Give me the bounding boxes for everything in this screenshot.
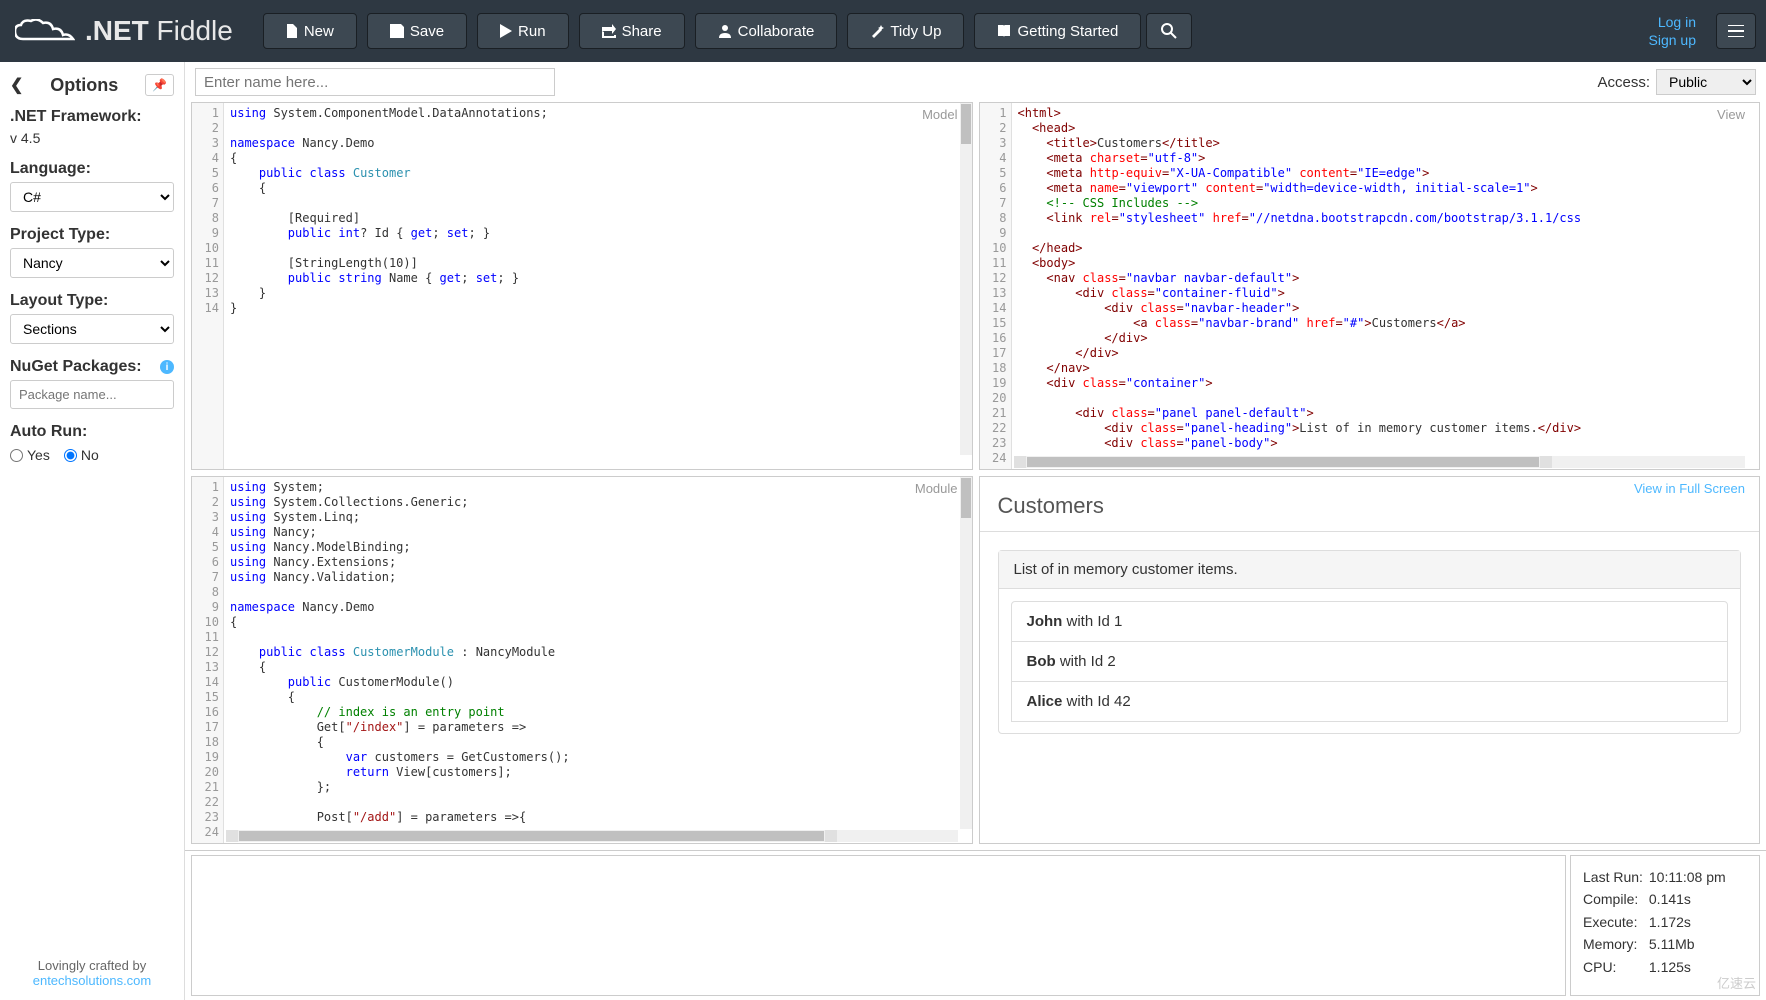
panel-heading: List of in memory customer items. — [999, 551, 1741, 589]
navbar: .NET Fiddle New Save Run Share Collabora… — [0, 0, 1766, 62]
new-button[interactable]: New — [263, 13, 357, 49]
stat-lastrun: 10:11:08 pm — [1649, 869, 1726, 885]
layout-type-select[interactable]: Sections — [10, 314, 174, 344]
pin-button[interactable]: 📌 — [145, 74, 174, 96]
footer-link[interactable]: entechsolutions.com — [33, 973, 152, 988]
sidebar-header: ❮ Options 📌 — [10, 70, 174, 108]
search-button[interactable] — [1146, 13, 1192, 49]
save-icon — [390, 24, 404, 38]
login-link[interactable]: Log in — [1658, 13, 1696, 31]
wand-icon — [870, 24, 884, 38]
project-type-select[interactable]: Nancy — [10, 248, 174, 278]
stat-memory: 5.11Mb — [1649, 936, 1695, 952]
list-item: Bob with Id 2 — [1011, 641, 1729, 682]
nav-buttons: New Save Run Share Collaborate Tidy Up G… — [258, 13, 1193, 49]
brand-name: .NET Fiddle — [85, 15, 233, 47]
module-tag: Module — [915, 481, 958, 496]
view-tag: View — [1717, 107, 1745, 122]
framework-value: v 4.5 — [10, 130, 174, 146]
auth-links: Log in Sign up — [1649, 13, 1696, 49]
list-item: Alice with Id 42 — [1011, 681, 1729, 722]
access-label: Access: — [1597, 74, 1650, 91]
tidyup-button[interactable]: Tidy Up — [847, 13, 964, 49]
output-pane — [191, 855, 1566, 996]
fiddle-name-input[interactable] — [195, 68, 555, 96]
model-pane: Model 1234567891011121314 using System.C… — [191, 102, 973, 470]
stat-cpu: 1.125s — [1649, 959, 1691, 975]
autorun-label: Auto Run: — [10, 423, 174, 441]
scrollbar-v[interactable] — [960, 103, 972, 455]
module-pane: Module 123456789101112131415161718192021… — [191, 476, 973, 844]
scrollbar-h[interactable] — [1014, 456, 1746, 468]
user-icon — [718, 24, 732, 38]
scrollbar-h[interactable] — [226, 830, 958, 842]
play-icon — [500, 24, 512, 38]
framework-label: .NET Framework: — [10, 108, 174, 126]
sidebar-title: Options — [23, 75, 145, 96]
save-button[interactable]: Save — [367, 13, 467, 49]
view-pane: View 12345678910111213141516171819202122… — [979, 102, 1761, 470]
language-label: Language: — [10, 160, 174, 178]
preview-title: Customers — [998, 493, 1104, 519]
nuget-input[interactable] — [10, 380, 174, 409]
project-type-label: Project Type: — [10, 226, 174, 244]
logo[interactable]: .NET Fiddle — [10, 15, 248, 47]
preview-panel: List of in memory customer items. John w… — [998, 550, 1742, 734]
view-gutter: 123456789101112131415161718192021222324 — [980, 103, 1012, 469]
getting-started-button[interactable]: Getting Started — [974, 13, 1141, 49]
hamburger-icon — [1728, 25, 1744, 37]
module-gutter: 123456789101112131415161718192021222324 — [192, 477, 224, 843]
topbar: Access: Public — [185, 62, 1766, 102]
nuget-label: NuGet Packages:i — [10, 358, 174, 376]
stat-compile: 0.141s — [1649, 891, 1691, 907]
info-icon[interactable]: i — [160, 360, 174, 374]
autorun-yes-radio[interactable]: Yes — [10, 447, 50, 463]
book-icon — [997, 24, 1011, 38]
signup-link[interactable]: Sign up — [1649, 31, 1696, 49]
file-icon — [286, 24, 298, 38]
collaborate-button[interactable]: Collaborate — [695, 13, 838, 49]
preview: Customers List of in memory customer ite… — [980, 477, 1760, 843]
search-icon — [1161, 23, 1177, 39]
run-button[interactable]: Run — [477, 13, 569, 49]
share-icon — [602, 24, 616, 38]
module-editor[interactable]: using System;using System.Collections.Ge… — [224, 477, 972, 843]
model-gutter: 1234567891011121314 — [192, 103, 224, 469]
fullscreen-link[interactable]: View in Full Screen — [1634, 481, 1745, 496]
cloud-icon — [15, 19, 75, 43]
access-select[interactable]: Public — [1656, 69, 1756, 95]
autorun-no-radio[interactable]: No — [64, 447, 99, 463]
sidebar-footer: Lovingly crafted by entechsolutions.com — [10, 948, 174, 992]
language-select[interactable]: C# — [10, 182, 174, 212]
sidebar: ❮ Options 📌 .NET Framework: v 4.5 Langua… — [0, 62, 185, 1000]
menu-button[interactable] — [1716, 13, 1756, 49]
layout-type-label: Layout Type: — [10, 292, 174, 310]
nav-right: Log in Sign up — [1649, 13, 1756, 49]
stat-execute: 1.172s — [1649, 914, 1691, 930]
view-editor[interactable]: <html> <head> <title>Customers</title> <… — [1012, 103, 1760, 469]
share-button[interactable]: Share — [579, 13, 685, 49]
scrollbar-v[interactable] — [960, 477, 972, 829]
preview-pane: View in Full Screen Customers List of in… — [979, 476, 1761, 844]
model-tag: Model — [922, 107, 957, 122]
list-item: John with Id 1 — [1011, 601, 1729, 642]
watermark: 亿速云 — [1717, 973, 1756, 992]
model-editor[interactable]: using System.ComponentModel.DataAnnotati… — [224, 103, 972, 469]
collapse-sidebar-button[interactable]: ❮ — [10, 75, 23, 95]
